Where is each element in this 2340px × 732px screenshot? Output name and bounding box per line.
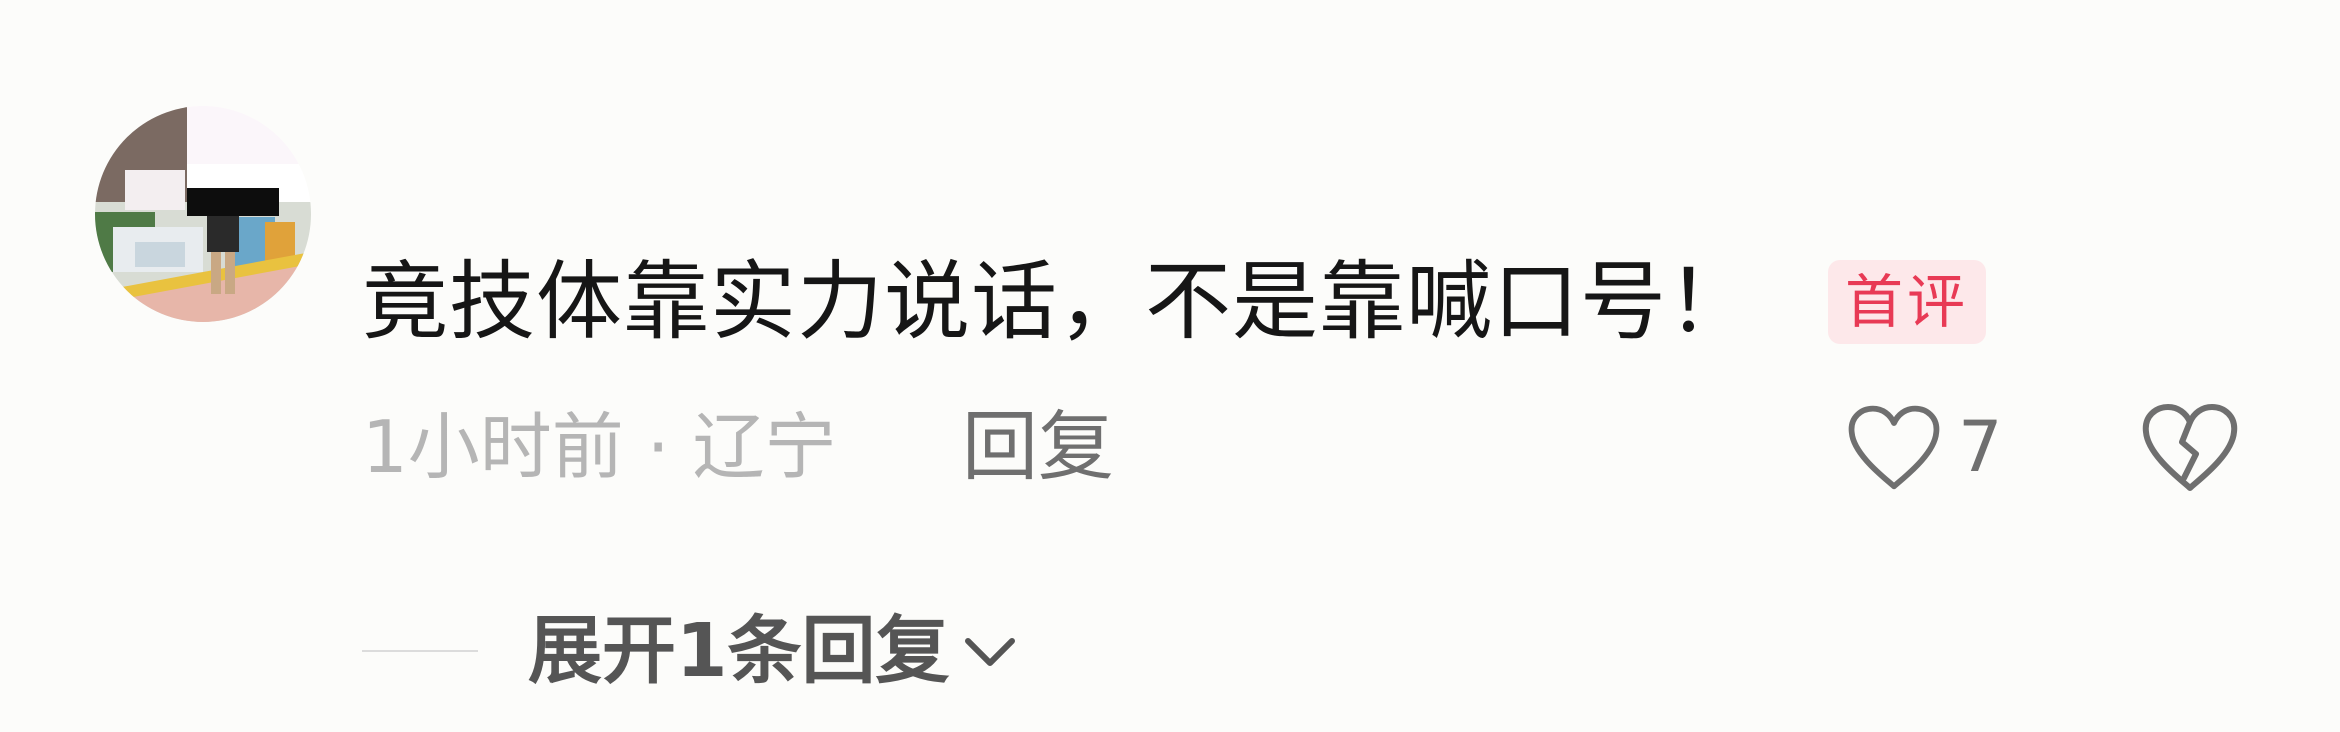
reply-button[interactable]: 回复 bbox=[962, 402, 1114, 492]
broken-heart-icon[interactable] bbox=[2140, 400, 2240, 496]
comment-time-location: 1小时前 · 辽宁 bbox=[362, 405, 837, 489]
reply-divider bbox=[362, 650, 478, 652]
expand-replies-button[interactable]: 展开1条回复 bbox=[528, 606, 1020, 696]
chevron-down-icon bbox=[964, 638, 1015, 666]
avatar[interactable] bbox=[95, 92, 311, 322]
like-count: 7 bbox=[1958, 406, 2003, 488]
first-comment-badge: 首评 bbox=[1828, 260, 1986, 344]
heart-outline-icon[interactable] bbox=[1846, 402, 1942, 494]
expand-replies-label: 展开1条回复 bbox=[528, 608, 950, 694]
comment-text: 竟技体靠实力说话，不是靠喊口号！ bbox=[362, 252, 1754, 352]
comment-item: 竟技体靠实力说话，不是靠喊口号！ 首评 1小时前 · 辽宁 回复 7 展开1条回… bbox=[0, 0, 2340, 732]
